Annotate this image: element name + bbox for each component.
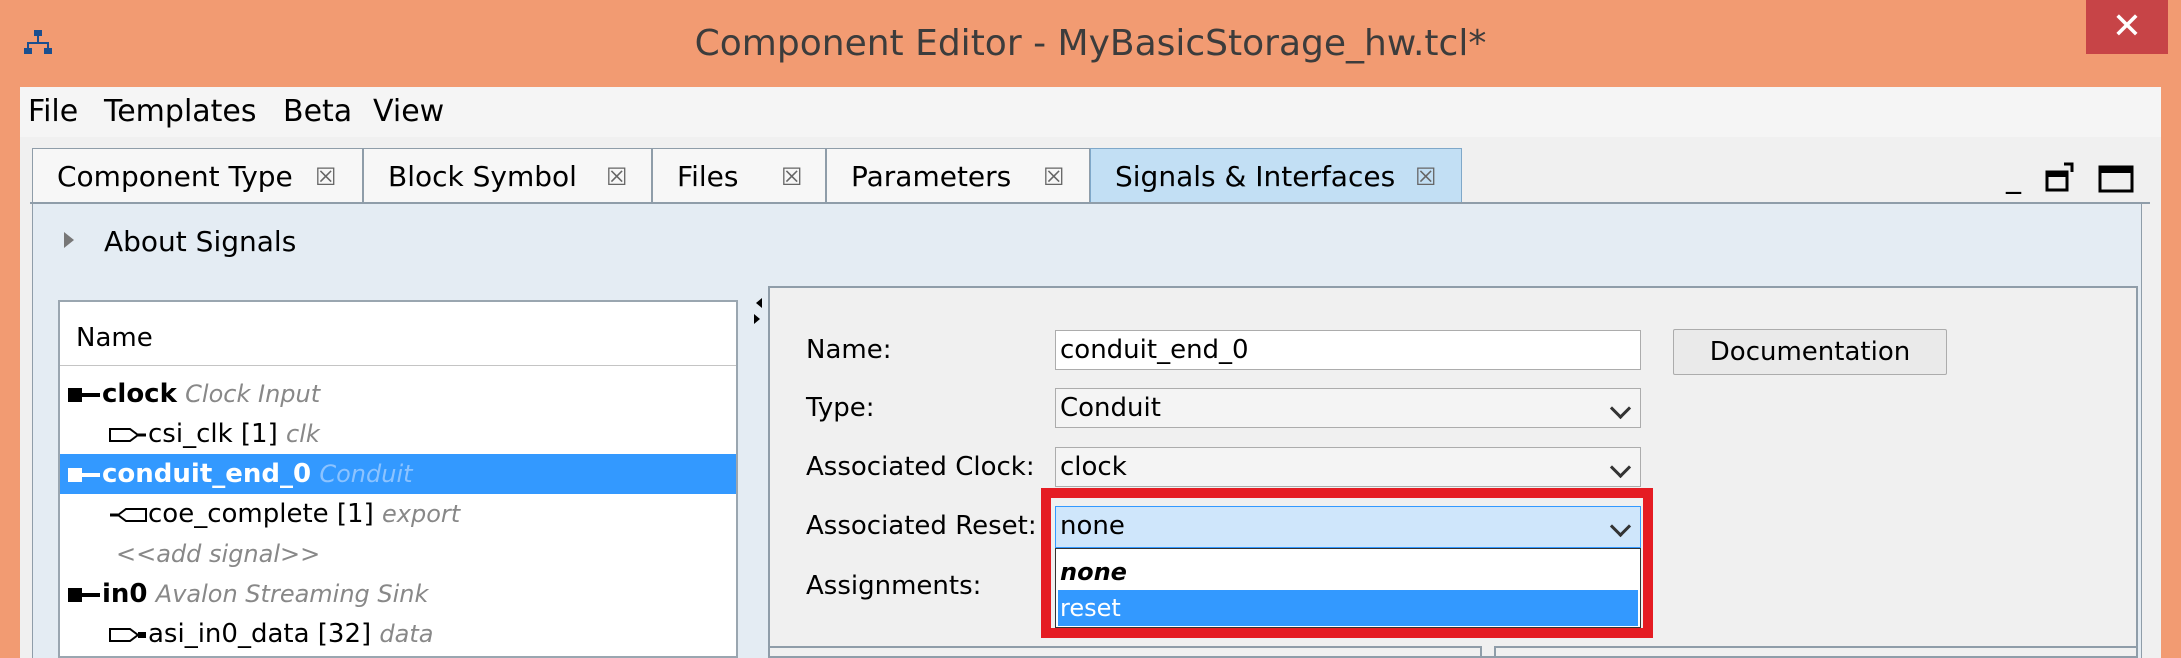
- interface-name: in0: [102, 579, 148, 609]
- window-frame-left: [0, 87, 20, 658]
- input-port-icon: [109, 427, 146, 442]
- tab-signals-interfaces[interactable]: Signals & Interfaces ☒: [1090, 148, 1462, 204]
- tab-label: Component Type: [57, 160, 293, 193]
- menu-bar: File Templates Beta View: [20, 87, 2161, 137]
- detach-view-icon[interactable]: [2044, 162, 2076, 194]
- tab-parameters[interactable]: Parameters ☒: [826, 148, 1090, 204]
- associated-clock-select[interactable]: clock: [1055, 447, 1641, 487]
- subpanel-left-edge: [770, 646, 1482, 658]
- chevron-down-icon: [1609, 397, 1632, 420]
- subpanel-right-edge: [1494, 646, 2136, 658]
- signal-type: clk: [286, 420, 320, 448]
- maximize-view-icon[interactable]: [2098, 164, 2134, 194]
- window-frame-right: [2161, 87, 2181, 658]
- panel-splitter-icon[interactable]: [754, 296, 762, 326]
- interface-icon: [68, 467, 100, 482]
- signal-row-csi-clk[interactable]: csi_clk [1] clk: [60, 414, 736, 454]
- associated-reset-label: Associated Reset:: [806, 511, 1037, 541]
- input-port-icon: [109, 627, 146, 642]
- tab-label: Block Symbol: [388, 160, 577, 193]
- expand-arrow-icon[interactable]: [64, 232, 74, 248]
- signal-type: export: [382, 500, 461, 528]
- name-label: Name:: [806, 335, 892, 365]
- assignments-label: Assignments:: [806, 571, 982, 601]
- menu-beta[interactable]: Beta: [283, 87, 352, 137]
- close-button[interactable]: ✕: [2086, 0, 2168, 54]
- interface-row-conduit-end-0[interactable]: conduit_end_0 Conduit: [60, 454, 736, 494]
- signal-type: data: [379, 620, 434, 648]
- tab-block-symbol[interactable]: Block Symbol ☒: [363, 148, 652, 204]
- signal-row-asi-in0-data[interactable]: asi_in0_data [32] data: [60, 614, 736, 654]
- add-signal-row[interactable]: <<add signal>>: [60, 534, 736, 574]
- signal-name: coe_complete [1]: [148, 499, 374, 529]
- associated-clock-value: clock: [1060, 452, 1127, 482]
- interface-row-in0[interactable]: in0 Avalon Streaming Sink: [60, 574, 736, 614]
- tab-label: Signals & Interfaces: [1115, 160, 1396, 193]
- interface-row-clock[interactable]: clock Clock Input: [60, 374, 736, 414]
- name-input[interactable]: conduit_end_0: [1055, 330, 1641, 370]
- tab-close-icon[interactable]: ☒: [315, 149, 337, 205]
- associated-clock-label: Associated Clock:: [806, 452, 1035, 482]
- tab-files[interactable]: Files ☒: [652, 148, 826, 204]
- tab-close-icon[interactable]: ☒: [781, 149, 803, 205]
- menu-view[interactable]: View: [373, 87, 444, 137]
- type-label: Type:: [806, 393, 875, 423]
- add-signal-link[interactable]: <<add signal>>: [116, 540, 320, 568]
- interface-icon: [68, 387, 100, 402]
- interface-name: conduit_end_0: [102, 459, 312, 489]
- minimize-view-button[interactable]: _: [2006, 160, 2021, 196]
- interface-type: Clock Input: [185, 380, 321, 408]
- interface-icon: [68, 587, 100, 602]
- interface-name: clock: [102, 379, 177, 409]
- signal-name: csi_clk [1]: [148, 419, 278, 449]
- menu-templates[interactable]: Templates: [104, 87, 257, 137]
- highlight-annotation: [1041, 488, 1653, 638]
- output-port-icon: [110, 507, 147, 522]
- chevron-down-icon: [1609, 456, 1632, 479]
- documentation-button[interactable]: Documentation: [1673, 329, 1947, 375]
- window-title: Component Editor - MyBasicStorage_hw.tcl…: [694, 23, 1487, 64]
- tab-close-icon[interactable]: ☒: [1043, 149, 1065, 205]
- type-select-value: Conduit: [1060, 393, 1161, 423]
- about-signals-label[interactable]: About Signals: [104, 222, 296, 262]
- type-select[interactable]: Conduit: [1055, 388, 1641, 428]
- tab-label: Files: [677, 160, 739, 193]
- tab-label: Parameters: [851, 160, 1012, 193]
- about-signals-section[interactable]: [32, 210, 2142, 272]
- column-header-name[interactable]: Name: [60, 316, 736, 366]
- interface-type: Conduit: [319, 460, 413, 488]
- tab-close-icon[interactable]: ☒: [606, 149, 628, 205]
- tab-close-icon[interactable]: ☒: [1415, 149, 1437, 205]
- menu-file[interactable]: File: [28, 87, 78, 137]
- interface-type: Avalon Streaming Sink: [155, 580, 429, 608]
- signal-row-coe-complete[interactable]: coe_complete [1] export: [60, 494, 736, 534]
- tab-component-type[interactable]: Component Type ☒: [32, 148, 363, 204]
- signal-name: asi_in0_data [32]: [148, 619, 372, 649]
